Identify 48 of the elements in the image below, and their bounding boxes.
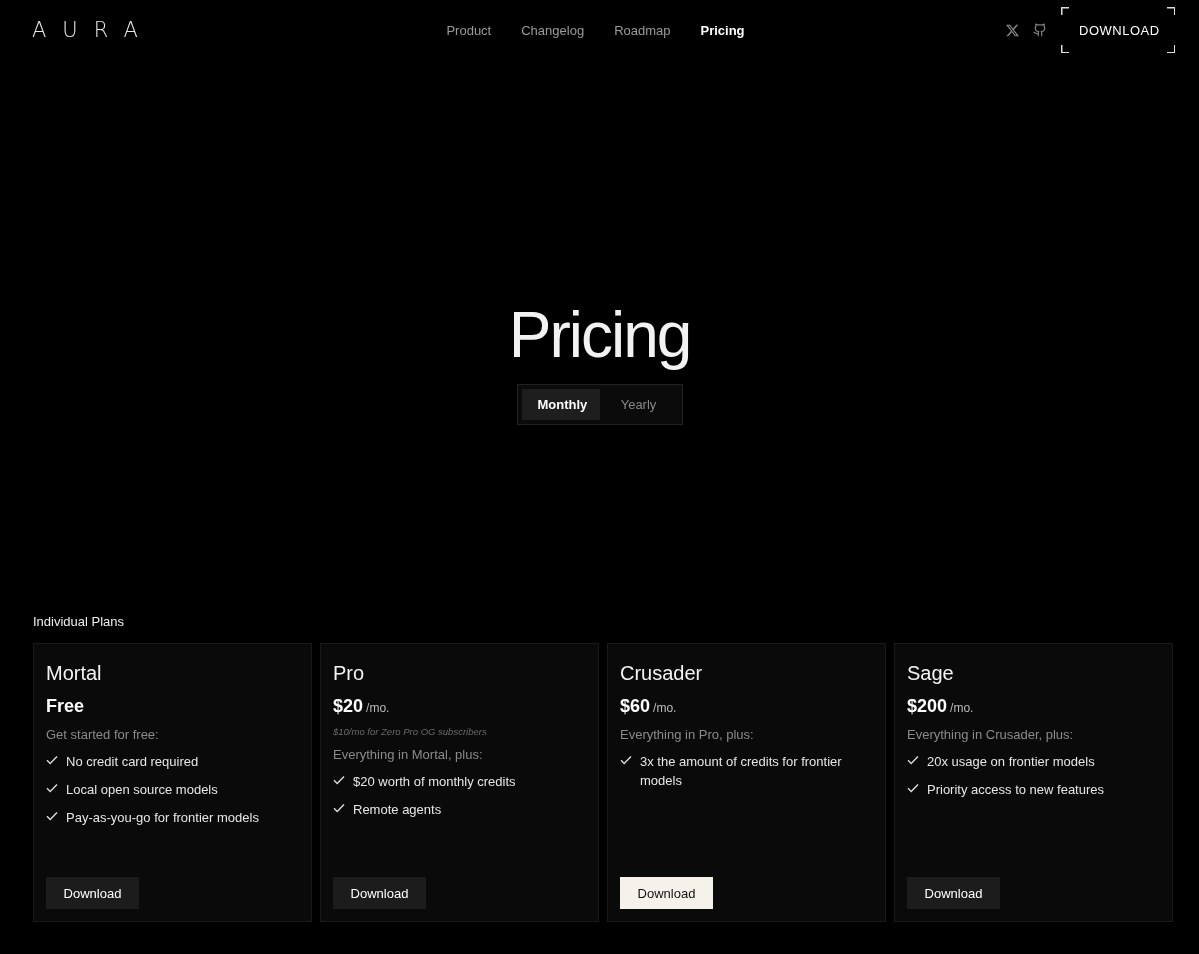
plan-intro: Get started for free: bbox=[46, 727, 160, 742]
nav-link[interactable]: Changelog bbox=[521, 22, 585, 38]
plan-intro: Everything in Crusader, plus: bbox=[907, 727, 1075, 742]
feature-text: No credit card required bbox=[66, 753, 199, 771]
check-icon bbox=[46, 783, 58, 793]
feature-text: Remote agents bbox=[353, 801, 442, 819]
logo[interactable]: AURA bbox=[32, 18, 232, 42]
billing-period: /mo. bbox=[950, 701, 974, 715]
check-icon bbox=[907, 783, 919, 793]
plan-note: $10/mo for Zero Pro OG subscribers bbox=[333, 726, 488, 737]
plan-price: $200 bbox=[907, 696, 948, 717]
feature-text: Priority access to new features bbox=[927, 781, 1105, 799]
plan-price: $60 bbox=[620, 696, 651, 717]
github-icon[interactable] bbox=[1033, 23, 1047, 37]
plan-name: Mortal bbox=[46, 661, 103, 686]
billing-period: /mo. bbox=[653, 701, 677, 715]
nav-link[interactable]: Pricing bbox=[700, 22, 745, 38]
download-button[interactable]: DOWNLOAD bbox=[1061, 7, 1175, 53]
feature-text: Local open source models bbox=[66, 781, 218, 799]
plan-price: Free bbox=[46, 696, 85, 717]
plan-intro: Everything in Pro, plus: bbox=[620, 727, 755, 742]
page-title: Pricing bbox=[508, 300, 691, 370]
feature-text: 20x usage on frontier models bbox=[927, 753, 1095, 771]
billing-tab[interactable]: Yearly bbox=[599, 389, 678, 420]
check-icon bbox=[620, 755, 632, 765]
download-button[interactable]: Download bbox=[907, 877, 1000, 909]
plan-name: Sage bbox=[907, 661, 955, 686]
download-button[interactable]: Download bbox=[46, 877, 139, 909]
download-button[interactable]: Download bbox=[333, 877, 426, 909]
billing-tab[interactable]: Monthly bbox=[521, 389, 600, 420]
plan-intro: Everything in Mortal, plus: bbox=[333, 747, 484, 762]
check-icon bbox=[907, 755, 919, 765]
download-button[interactable]: Download bbox=[620, 877, 713, 909]
check-icon bbox=[333, 803, 345, 813]
feature-text: 3x the amount of credits for frontier models bbox=[640, 753, 843, 790]
nav-link[interactable]: Roadmap bbox=[614, 22, 671, 38]
plan-name: Crusader bbox=[620, 661, 704, 686]
x-icon[interactable] bbox=[1006, 23, 1019, 37]
plan-name: Pro bbox=[333, 661, 366, 686]
check-icon bbox=[333, 775, 345, 785]
check-icon bbox=[46, 811, 58, 821]
feature-text: $20 worth of monthly credits bbox=[353, 773, 516, 791]
plan-price: $20 bbox=[333, 696, 364, 717]
feature-text: Pay-as-you-go for frontier models bbox=[66, 809, 259, 827]
section-title: Individual Plans bbox=[33, 614, 126, 629]
check-icon bbox=[46, 755, 58, 765]
nav-link[interactable]: Product bbox=[446, 22, 492, 38]
billing-period: /mo. bbox=[366, 701, 390, 715]
